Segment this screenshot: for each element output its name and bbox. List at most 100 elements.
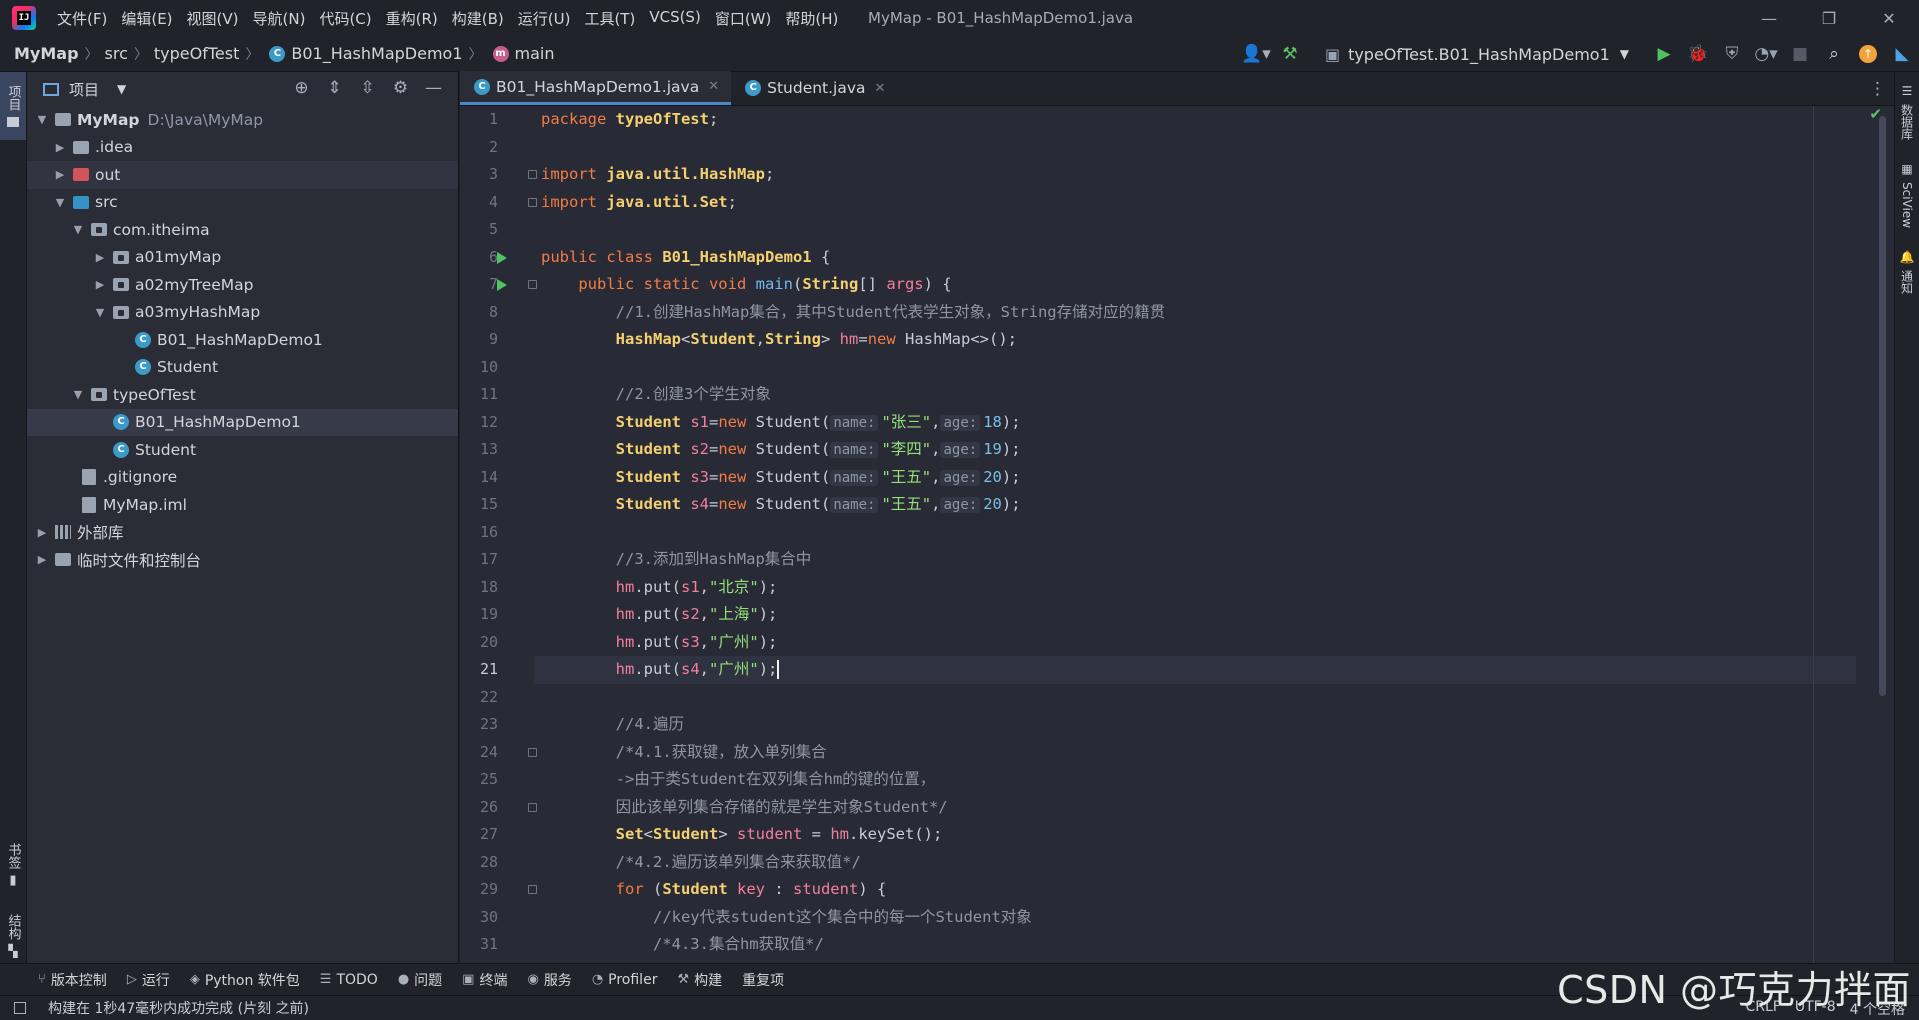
breadcrumb-project[interactable]: MyMap: [14, 44, 79, 63]
code-line[interactable]: 因此该单列集合存储的就是学生对象Student*/: [534, 794, 1894, 822]
code-line[interactable]: public class B01_HashMapDemo1 {: [534, 244, 1894, 272]
code-line[interactable]: ->由于类Student在双列集合hm的键的位置，: [534, 766, 1894, 794]
no-problems-check-icon[interactable]: ✔: [1869, 106, 1882, 123]
tool-version-control[interactable]: ⑂ 版本控制: [38, 970, 107, 990]
code-line[interactable]: //key代表student这个集合中的每一个Student对象: [534, 904, 1894, 932]
code-line[interactable]: [534, 216, 1894, 244]
minimize-icon[interactable]: —: [1739, 0, 1799, 36]
breadcrumb-package[interactable]: typeOfTest: [154, 44, 239, 63]
code-line[interactable]: hm.put(s3,"广州");: [534, 629, 1894, 657]
profile-icon[interactable]: ◔▾: [1749, 36, 1783, 72]
code-area[interactable]: package typeOfTest; import java.util.Hash…: [534, 106, 1894, 963]
menu-item[interactable]: VCS(S): [642, 8, 707, 29]
menu-item[interactable]: 代码(C): [312, 8, 378, 29]
tree-item-file[interactable]: .gitignore: [27, 464, 458, 492]
tool-duplicates[interactable]: 重复项: [742, 970, 784, 990]
stop-icon[interactable]: ■: [1783, 36, 1817, 72]
code-editor[interactable]: 1 2 3 4 5 6 7 8 9 10 11 12 13 14 15 16 17 18 19 20 21 22 23 24 2…: [460, 106, 1894, 963]
tool-profiler[interactable]: ◔ Profiler: [592, 972, 658, 988]
tree-item-libraries[interactable]: ▶ 外部库: [27, 519, 458, 547]
tree-item-package[interactable]: ▼ a03myHashMap: [27, 299, 458, 327]
code-line[interactable]: Student s1=new Student(name: "张三", age: 18)…: [534, 409, 1894, 437]
menu-item[interactable]: 构建(B): [445, 8, 511, 29]
menu-item[interactable]: 视图(V): [180, 8, 246, 29]
code-line[interactable]: Student s4=new Student(name: "王五", age: 20)…: [534, 491, 1894, 519]
code-line[interactable]: //4.遍历: [534, 711, 1894, 739]
code-line[interactable]: [534, 354, 1894, 382]
notifications-tool-tab[interactable]: 通知: [1899, 270, 1916, 294]
tree-item-file[interactable]: MyMap.iml: [27, 491, 458, 519]
code-line[interactable]: [534, 684, 1894, 712]
code-line[interactable]: [534, 519, 1894, 547]
menu-item[interactable]: 窗口(W): [708, 8, 779, 29]
gear-icon[interactable]: ⚙: [384, 78, 417, 98]
code-line[interactable]: /*4.3.集合hm获取值*/: [534, 931, 1894, 959]
coverage-icon[interactable]: ⛨: [1715, 36, 1749, 72]
project-panel-title[interactable]: 项目: [69, 79, 99, 100]
menu-item[interactable]: 重构(R): [379, 8, 445, 29]
tool-python-packages[interactable]: ◈ Python 软件包: [190, 970, 300, 990]
run-configuration-select[interactable]: ▣ typeOfTest.B01_HashMapDemo1 ▼: [1315, 40, 1639, 68]
editor-scrollbar[interactable]: [1879, 116, 1886, 696]
close-tab-icon[interactable]: ✕: [708, 79, 719, 94]
build-hammer-icon[interactable]: ⚒: [1273, 36, 1307, 72]
code-line[interactable]: //1.创建HashMap集合，其中Student代表学生对象，String存储…: [534, 299, 1894, 327]
tool-terminal[interactable]: ▣ 终端: [462, 970, 507, 990]
search-icon[interactable]: ⌕: [1817, 36, 1851, 72]
more-vertical-icon[interactable]: ⋮: [1869, 79, 1886, 99]
tree-item-package[interactable]: ▶ a01myMap: [27, 244, 458, 272]
menu-item[interactable]: 帮助(H): [778, 8, 845, 29]
tree-item-package[interactable]: ▼ typeOfTest: [27, 381, 458, 409]
menu-item[interactable]: 导航(N): [246, 8, 313, 29]
database-tool-tab[interactable]: 数据库: [1899, 104, 1916, 140]
code-line[interactable]: //2.创建3个学生对象: [534, 381, 1894, 409]
code-line[interactable]: Student s2=new Student(name: "李四", age: 19)…: [534, 436, 1894, 464]
close-tab-icon[interactable]: ✕: [875, 81, 886, 96]
tree-item-scratches[interactable]: ▶ 临时文件和控制台: [27, 546, 458, 574]
locate-icon[interactable]: ⊕: [285, 78, 318, 98]
code-line[interactable]: public static void main(String[] args) {: [534, 271, 1894, 299]
tree-item-class[interactable]: C B01_HashMapDemo1: [27, 326, 458, 354]
tree-item-class-selected[interactable]: C B01_HashMapDemo1: [27, 408, 458, 436]
code-line[interactable]: Set<Student> student = hm.keySet();: [534, 821, 1894, 849]
update-icon[interactable]: ↑: [1851, 36, 1885, 72]
code-line[interactable]: /*4.2.遍历该单列集合来获取值*/: [534, 849, 1894, 877]
code-line[interactable]: [534, 134, 1894, 162]
menu-item[interactable]: 运行(U): [511, 8, 578, 29]
code-line[interactable]: Student s3=new Student(name: "王五", age: 20)…: [534, 464, 1894, 492]
run-gutter-icon[interactable]: [497, 279, 507, 291]
expand-all-icon[interactable]: ⇕: [318, 78, 351, 98]
tool-services[interactable]: ◉ 服务: [527, 970, 571, 990]
code-line[interactable]: HashMap<Student,String> hm=new HashMap<>…: [534, 326, 1894, 354]
code-line[interactable]: //3.添加到HashMap集合中: [534, 546, 1894, 574]
tree-item-idea[interactable]: ▶ .idea: [27, 134, 458, 162]
tree-item-src[interactable]: ▼ src: [27, 189, 458, 217]
tool-problems[interactable]: ● 问题: [398, 970, 442, 990]
tree-item-module[interactable]: ▼ MyMap D:\Java\MyMap: [27, 106, 458, 134]
tab-b01-hashmapdemo1[interactable]: C B01_HashMapDemo1.java ✕: [460, 71, 732, 105]
structure-tool-tab[interactable]: 结构 ▚: [0, 914, 26, 958]
code-line[interactable]: /*4.1.获取键，放入单列集合: [534, 739, 1894, 767]
breadcrumb-src[interactable]: src: [105, 44, 128, 63]
bookmarks-tool-tab[interactable]: 书签 ▮: [0, 843, 26, 888]
restore-icon[interactable]: ❐: [1799, 0, 1859, 36]
close-icon[interactable]: ✕: [1859, 0, 1919, 36]
tree-item-out[interactable]: ▶ out: [27, 161, 458, 189]
code-line[interactable]: import java.util.HashMap;: [534, 161, 1894, 189]
breadcrumb-method[interactable]: main: [515, 44, 555, 63]
tree-item-class[interactable]: C Student: [27, 354, 458, 382]
code-line[interactable]: package typeOfTest;: [534, 106, 1894, 134]
tree-item-class[interactable]: C Student: [27, 436, 458, 464]
menu-item[interactable]: 工具(T): [577, 8, 642, 29]
code-line[interactable]: hm.put(s2,"上海");: [534, 601, 1894, 629]
project-tool-tab[interactable]: 项目: [0, 72, 26, 140]
menu-item[interactable]: 编辑(E): [114, 8, 179, 29]
code-line[interactable]: import java.util.Set;: [534, 189, 1894, 217]
toggle-tool-windows-icon[interactable]: [14, 1002, 26, 1014]
code-line[interactable]: for (Student key : student) {: [534, 876, 1894, 904]
code-line[interactable]: hm.put(s1,"北京");: [534, 574, 1894, 602]
tree-item-package[interactable]: ▶ a02myTreeMap: [27, 271, 458, 299]
run-icon[interactable]: ▶: [1647, 36, 1681, 72]
tool-run[interactable]: ▷ 运行: [127, 970, 170, 990]
code-line[interactable]: hm.put(s4,"广州");: [534, 656, 1894, 684]
